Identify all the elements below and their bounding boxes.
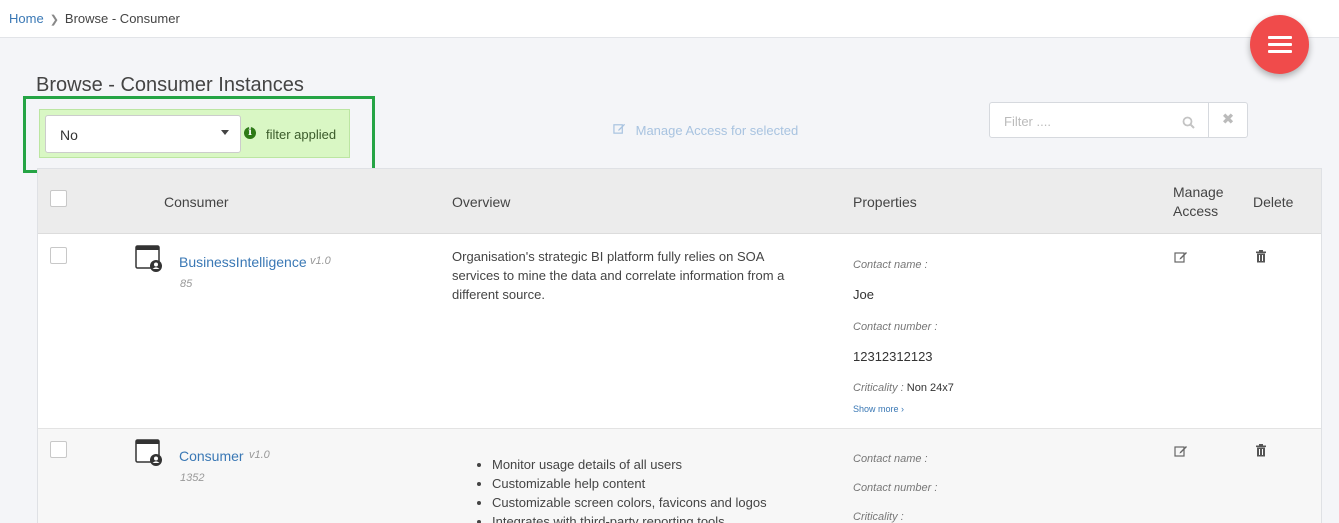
menu-fab-button[interactable] — [1250, 15, 1309, 74]
search-icon[interactable] — [1182, 116, 1195, 129]
manage-access-selected-label: Manage Access for selected — [635, 123, 799, 138]
edit-icon[interactable] — [1174, 250, 1188, 264]
contact-name-label: Contact name : — [853, 259, 928, 271]
header-manage-access-line1: Manage — [1173, 184, 1224, 200]
consumer-version: v1.0 — [249, 449, 270, 461]
row-checkbox[interactable] — [50, 441, 67, 458]
contact-number-value: 12312312123 — [853, 349, 933, 364]
close-icon: ✖ — [1221, 111, 1235, 128]
edit-icon — [613, 123, 630, 138]
contact-name-value: Joe — [853, 287, 874, 302]
overview-list: Monitor usage details of all users Custo… — [476, 455, 767, 523]
consumer-name-link[interactable]: Consumer — [179, 448, 244, 464]
row-checkbox[interactable] — [50, 247, 67, 264]
chevron-right-icon: ❯ — [49, 14, 59, 26]
consumer-name-link[interactable]: BusinessIntelligence — [179, 254, 307, 270]
overview-line: services to mine the data and correlate … — [452, 268, 785, 283]
filter-applied-label: filter applied — [266, 127, 337, 142]
consumer-app-icon — [135, 245, 162, 272]
overview-text: Organisation's strategic BI platform ful… — [452, 247, 784, 304]
trash-icon[interactable] — [1255, 250, 1269, 264]
header-consumer: Consumer — [164, 194, 229, 210]
criticality-value: Non 24x7 — [906, 382, 954, 394]
breadcrumb-current: Browse - Consumer — [64, 11, 180, 26]
edit-icon[interactable] — [1174, 444, 1188, 458]
consumer-table: Consumer Overview Properties Manage Acce… — [37, 168, 1322, 523]
consumer-id: 85 — [180, 278, 193, 290]
list-item: Customizable screen colors, favicons and… — [492, 493, 767, 512]
consumer-id: 1352 — [180, 472, 205, 484]
clear-filter-button[interactable]: ✖ — [1208, 102, 1248, 138]
contact-name-label: Contact name : — [853, 453, 928, 465]
list-item: Monitor usage details of all users — [492, 455, 767, 474]
filter-select[interactable]: No — [45, 115, 241, 153]
caret-down-icon — [221, 130, 229, 135]
list-item: Customizable help content — [492, 474, 767, 493]
table-header: Consumer Overview Properties Manage Acce… — [38, 169, 1321, 234]
show-more-link[interactable]: Show more › — [853, 404, 904, 414]
overview-line: different source. — [452, 287, 545, 302]
breadcrumb: Home ❯ Browse - Consumer — [9, 11, 180, 26]
header-delete: Delete — [1253, 194, 1294, 210]
criticality-label: Criticality : Non 24x7 — [853, 382, 954, 394]
criticality-label-text: Criticality : — [853, 382, 904, 394]
info-icon: i — [244, 127, 256, 139]
filter-input[interactable]: Filter .... — [989, 102, 1209, 138]
header-overview: Overview — [452, 194, 511, 210]
overview-line: Organisation's strategic BI platform ful… — [452, 249, 765, 264]
header-manage-access-line2: Access — [1173, 203, 1219, 219]
contact-number-label: Contact number : — [853, 321, 938, 333]
header-properties: Properties — [853, 194, 917, 210]
list-item: Integrates with third-party reporting to… — [492, 512, 767, 523]
criticality-label: Criticality : — [853, 511, 904, 523]
trash-icon[interactable] — [1255, 444, 1269, 458]
consumer-app-icon — [135, 439, 162, 466]
breadcrumb-home-link[interactable]: Home — [9, 11, 44, 26]
select-all-checkbox[interactable] — [50, 190, 67, 207]
table-row: Consumer v1.0 1352 Monitor usage details… — [38, 429, 1321, 523]
manage-access-selected-button[interactable]: Manage Access for selected — [613, 122, 798, 138]
page-title: Browse - Consumer Instances — [36, 74, 304, 96]
consumer-version: v1.0 — [310, 255, 331, 267]
table-row: BusinessIntelligence v1.0 85 Organisatio… — [38, 235, 1321, 429]
top-bar: Home ❯ Browse - Consumer — [0, 0, 1339, 38]
contact-number-label: Contact number : — [853, 482, 938, 494]
